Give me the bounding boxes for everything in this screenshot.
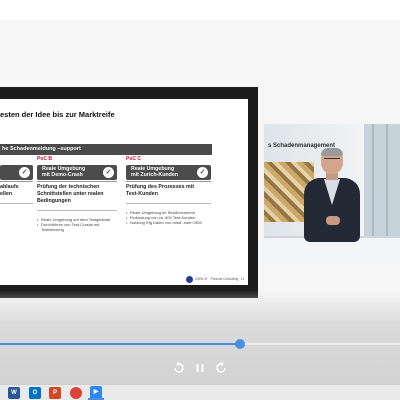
progress-fill	[0, 343, 240, 345]
speaker-glasses	[324, 158, 340, 161]
slide-section-label: he Schadenmeldung –support	[2, 146, 81, 152]
poc-a-column: ✓ ablaufs ellen	[0, 155, 34, 253]
taskbar: W O P e	[0, 384, 400, 400]
outlook-icon[interactable]: O	[29, 387, 41, 399]
column-divider	[126, 203, 211, 204]
rewind-icon[interactable]	[172, 361, 186, 375]
progress-handle[interactable]	[235, 339, 245, 349]
checkmark-icon: ✓	[19, 167, 30, 178]
slide-canvas: esten der Idee bis zur Marktreife he Sch…	[0, 99, 248, 285]
pause-icon[interactable]	[193, 361, 207, 375]
window-frame	[386, 124, 388, 239]
speaker-hair	[321, 148, 343, 156]
poc-b-pill-text: Reale Umgebung mit Demo-Crash	[42, 166, 86, 179]
window	[364, 124, 400, 239]
poc-b-pill: Reale Umgebung mit Demo-Crash ✓	[37, 165, 117, 180]
poc-a-heading: ablaufs ellen	[0, 184, 19, 197]
poc-c-label: PoC C	[126, 156, 141, 162]
column-divider	[126, 181, 211, 182]
footer-text: Porsche Consulting	[210, 277, 239, 281]
slide-section-band: he Schadenmeldung –support	[0, 144, 212, 155]
speaker-camera-feed: s Schadenmanagement	[264, 124, 400, 264]
poc-c-pill-text: Reale Umgebung mit Zurich-Kunden	[131, 166, 179, 179]
column-divider	[0, 181, 33, 182]
window-frame	[372, 124, 374, 239]
media-player-icon[interactable]: ▶	[90, 386, 102, 398]
checkmark-icon: ✓	[103, 167, 114, 178]
presentation-slide: esten der Idee bis zur Marktreife he Sch…	[0, 87, 258, 298]
poc-c-column: PoC C Reale Umgebung mit Zurich-Kunden ✓…	[126, 155, 211, 253]
checkmark-icon: ✓	[197, 167, 208, 178]
bullet-item: Durchführen von Test-Crashs mit Testfahr…	[37, 222, 117, 232]
column-divider	[0, 203, 33, 204]
column-divider	[37, 181, 117, 182]
poc-c-heading: Prüfung des Prozesses mit Test-Kunden	[126, 184, 194, 197]
zurich-logo	[186, 276, 193, 283]
poc-b-column: PoC B Reale Umgebung mit Demo-Crash ✓ Pr…	[37, 155, 117, 253]
slide-footer: ZURICH Porsche Consulting 11	[195, 277, 244, 281]
speaker-hands	[326, 216, 340, 225]
footer-brand: ZURICH	[195, 277, 208, 281]
column-divider	[37, 210, 117, 211]
poc-b-heading: Prüfung der technischen Schnittstellen u…	[37, 184, 104, 204]
powerpoint-icon[interactable]: P	[49, 387, 61, 399]
poc-a-pill: ✓	[0, 165, 33, 180]
chrome-icon[interactable]	[70, 387, 82, 399]
poc-c-bullets: Reale Umgebung im Straßenverkehr Einbind…	[126, 210, 211, 225]
page-number: 11	[240, 277, 245, 281]
word-icon[interactable]: W	[8, 387, 20, 399]
bullet-item: Nutzung Kfg Daten von mind. zwei OEM	[126, 220, 211, 225]
poc-c-pill: Reale Umgebung mit Zurich-Kunden ✓	[126, 165, 211, 180]
poc-b-label: PoC B	[37, 156, 52, 162]
forward-icon[interactable]	[214, 361, 228, 375]
slide-title: esten der Idee bis zur Marktreife	[0, 110, 115, 119]
poc-b-bullets: Reale Umgebung auf dem Testgelände Durch…	[37, 217, 117, 232]
